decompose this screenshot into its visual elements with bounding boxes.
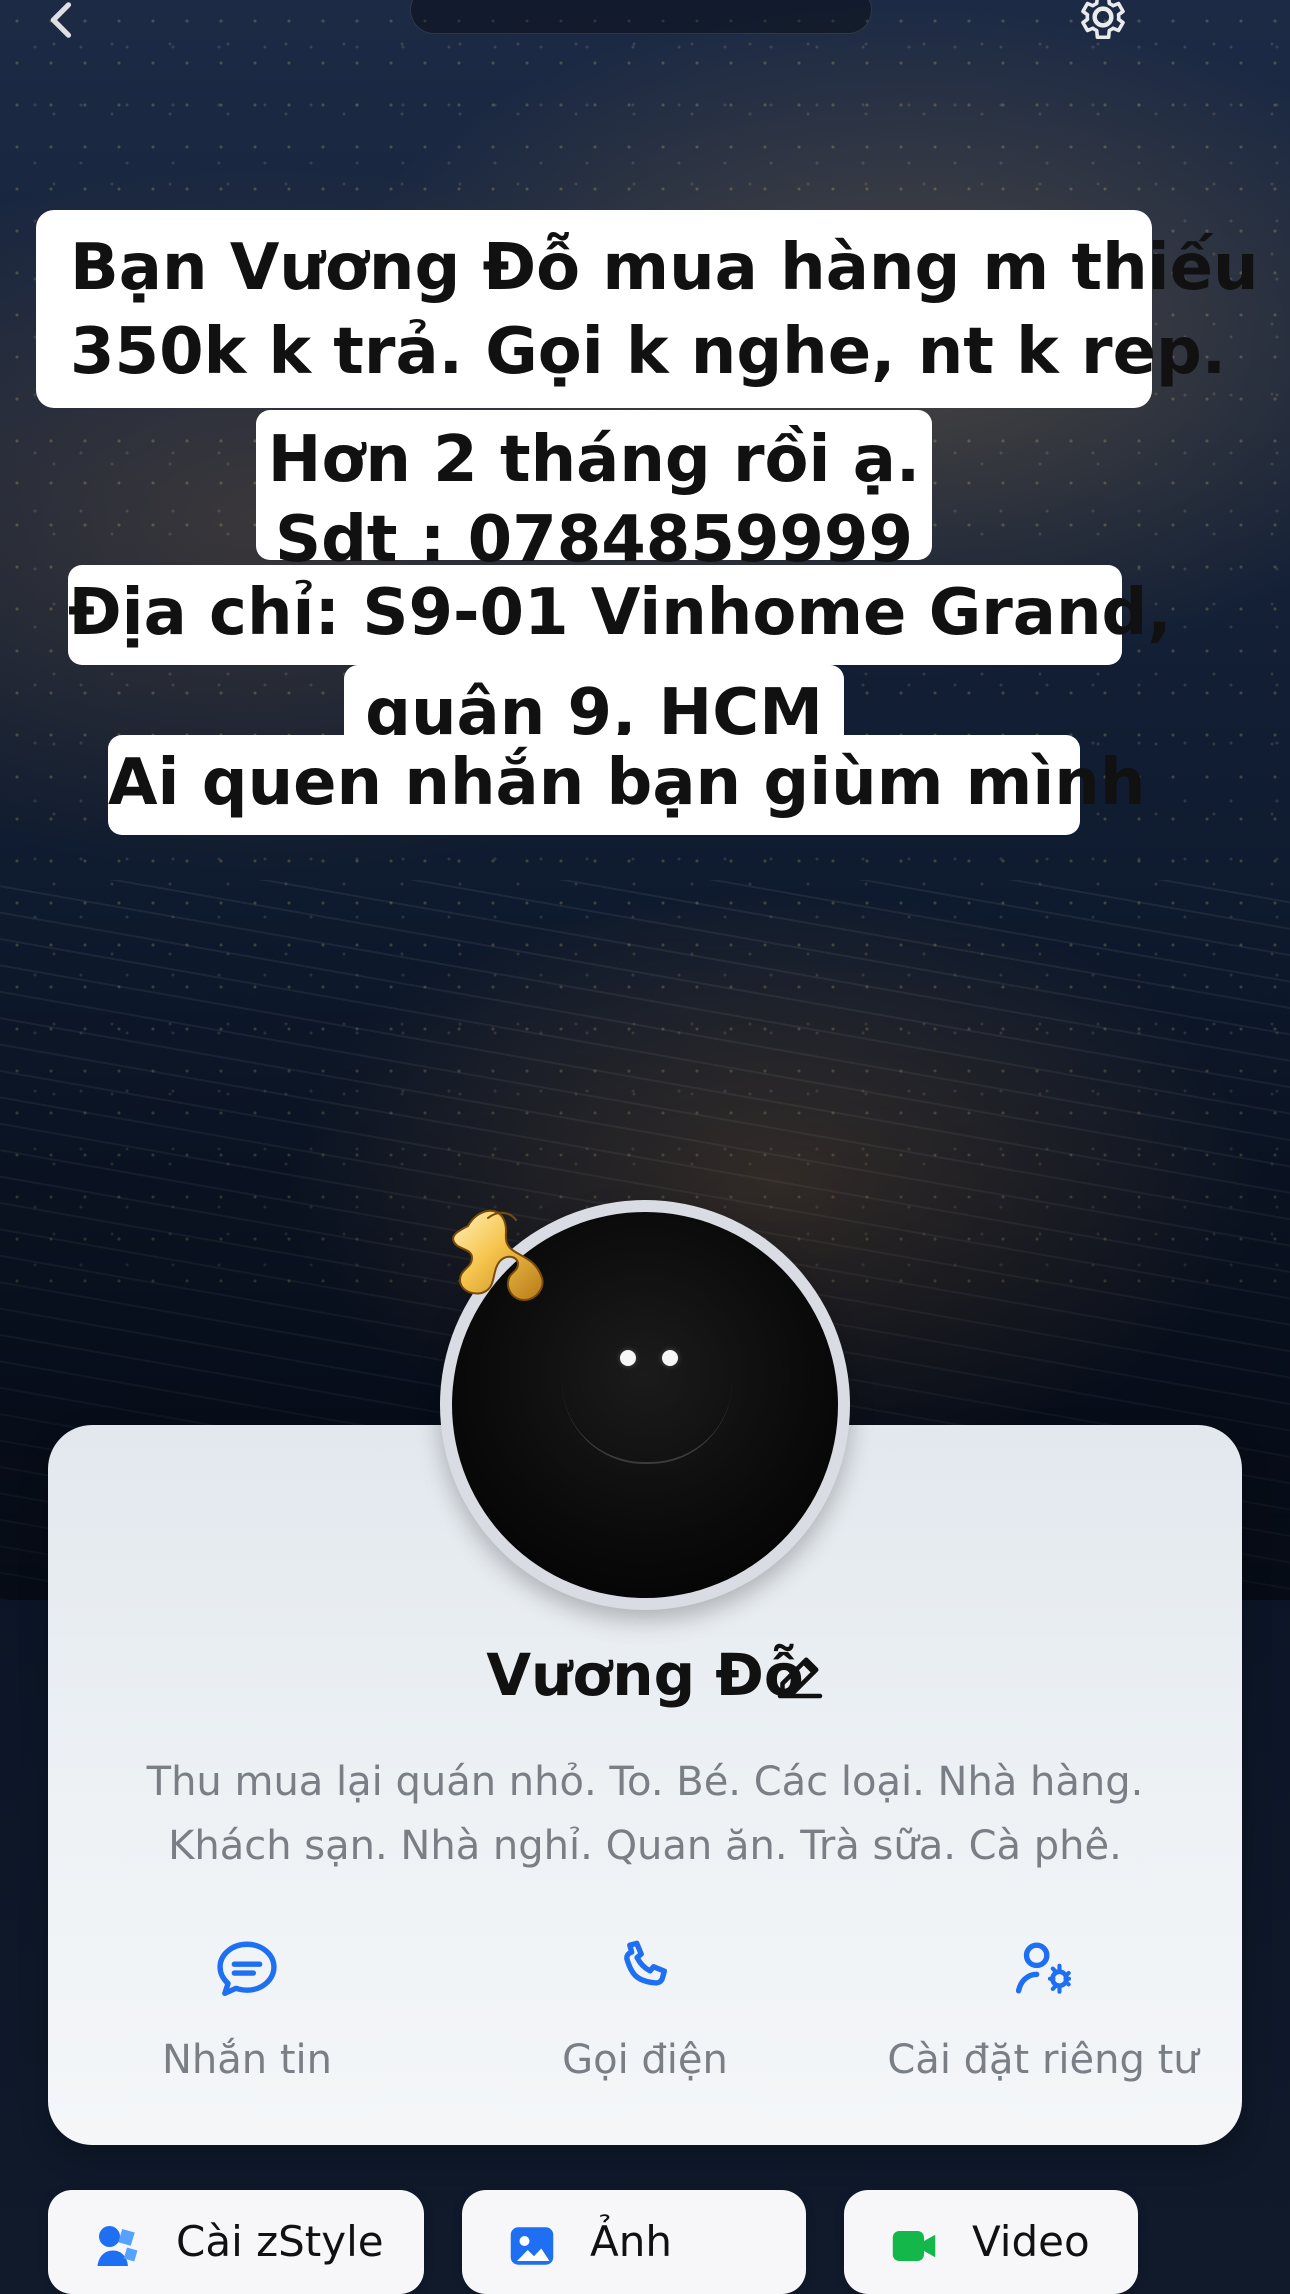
video-icon (892, 2231, 936, 2261)
notice-box-1: Bạn Vương Đỗ mua hàng m thiếu 350k k trả… (36, 210, 1259, 408)
back-icon[interactable] (36, 0, 88, 46)
notice-line-5: Địa chỉ: S9-01 Vinhome Grand, (68, 576, 1172, 650)
profile-bio-line-2: Khách sạn. Nhà nghỉ. Quan ăn. Trà sữa. C… (168, 1823, 1122, 1869)
photos-button[interactable]: Ảnh (462, 2190, 806, 2294)
zstyle-button[interactable]: Cài zStyle (48, 2190, 424, 2294)
top-media-pill[interactable] (410, 0, 872, 34)
profile-bio-line-1: Thu mua lại quán nhỏ. To. Bé. Các loại. … (146, 1759, 1144, 1805)
message-action[interactable]: Nhắn tin (48, 1920, 446, 2100)
profile-name: Vương Đỗ (486, 1641, 804, 1709)
avatar-eye-right (662, 1350, 678, 1366)
privacy-settings-label: Cài đặt riêng tư (887, 2037, 1199, 2083)
notice-box-5: Ai quen nhắn bạn giùm mình (108, 735, 1146, 835)
chat-bubble-icon (217, 1941, 277, 1997)
top-bar (0, 0, 1290, 70)
profile-name-row: Vương Đỗ (0, 1630, 1290, 1720)
profile-actions: Nhắn tin Gọi điện Cài đặt riêng tư (48, 1920, 1242, 2100)
notice-line-1: Bạn Vương Đỗ mua hàng m thiếu (70, 231, 1259, 305)
phone-icon (624, 1940, 668, 1986)
edit-pencil-icon[interactable] (770, 1646, 830, 1706)
notice-box-2: Hơn 2 tháng rồi ạ. Sdt : 0784859999 (256, 410, 932, 577)
bottom-shortcuts: Cài zStyle Ảnh Video (0, 2190, 1290, 2294)
message-label: Nhắn tin (162, 2037, 332, 2083)
user-gear-icon (1015, 1942, 1072, 1994)
settings-icon[interactable] (1076, 0, 1130, 44)
avatar-smile (562, 1382, 732, 1464)
notice-line-3: Hơn 2 tháng rồi ạ. (267, 423, 921, 497)
notice-line-2: 350k k trả. Gọi k nghe, nt k rep. (70, 315, 1227, 389)
profile-bio: Thu mua lại quán nhỏ. To. Bé. Các loại. … (120, 1750, 1170, 1878)
avatar-eye-left (620, 1350, 636, 1366)
notice-box-3: Địa chỉ: S9-01 Vinhome Grand, (68, 565, 1172, 665)
call-action[interactable]: Gọi điện (446, 1920, 844, 2100)
notice-line-7: Ai quen nhắn bạn giùm mình (108, 746, 1146, 820)
zstyle-label: Cài zStyle (176, 2217, 384, 2266)
call-label: Gọi điện (562, 2037, 728, 2083)
photo-icon (510, 2227, 554, 2265)
golden-horse-icon (452, 1210, 544, 1301)
video-button[interactable]: Video (844, 2190, 1138, 2294)
photos-label: Ảnh (590, 2217, 672, 2266)
video-label: Video (972, 2217, 1090, 2266)
privacy-settings-action[interactable]: Cài đặt riêng tư (844, 1920, 1242, 2100)
zstyle-icon (97, 2226, 138, 2266)
